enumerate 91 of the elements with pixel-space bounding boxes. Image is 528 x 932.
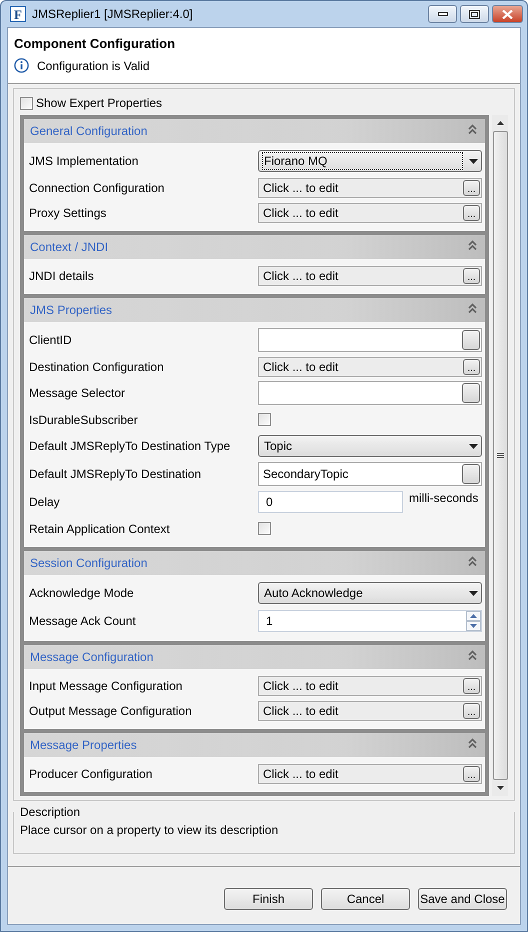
- property-label: Delay: [29, 495, 61, 509]
- input-field[interactable]: SecondaryTopic: [258, 462, 482, 486]
- input-field[interactable]: 0: [258, 491, 403, 513]
- spinner-field[interactable]: 1: [258, 610, 482, 632]
- info-icon: [14, 58, 29, 73]
- status-message: Configuration is Valid: [37, 58, 150, 72]
- maximize-button[interactable]: [460, 5, 489, 23]
- browse-button[interactable]: [462, 383, 480, 403]
- browse-button[interactable]: [462, 464, 480, 484]
- dropdown[interactable]: Fiorano MQ: [258, 150, 482, 172]
- collapse-icon[interactable]: [468, 124, 477, 135]
- up-arrow-icon: [496, 121, 504, 125]
- value-field[interactable]: Click ... to edit ...: [258, 178, 482, 198]
- section-header[interactable]: Context / JNDI: [24, 235, 485, 259]
- section-title: Context / JNDI: [30, 240, 108, 254]
- browse-button[interactable]: ...: [463, 702, 480, 718]
- down-arrow-icon: [470, 624, 477, 628]
- browse-button[interactable]: ...: [463, 678, 480, 694]
- property-label: Default JMSReplyTo Destination Type: [29, 439, 232, 453]
- unit-label: milli-seconds: [409, 491, 478, 505]
- caret-icon: [469, 158, 478, 164]
- page-title: Component Configuration: [14, 36, 176, 51]
- collapse-icon[interactable]: [468, 556, 477, 567]
- property-label: Acknowledge Mode: [29, 586, 135, 600]
- browse-button[interactable]: [462, 330, 480, 350]
- section-title: Message Properties: [30, 738, 137, 752]
- browse-button[interactable]: ...: [463, 204, 480, 220]
- up-arrow-icon: [470, 614, 477, 618]
- section-title: General Configuration: [30, 124, 148, 138]
- property-label: Input Message Configuration: [29, 678, 184, 692]
- browse-button[interactable]: ...: [463, 268, 480, 284]
- dropdown[interactable]: Topic: [258, 435, 482, 457]
- section-title: Session Configuration: [30, 556, 148, 570]
- dialog-button[interactable]: Cancel: [321, 888, 410, 910]
- checkbox[interactable]: [20, 96, 33, 110]
- section-title: JMS Properties: [30, 303, 112, 317]
- down-arrow-icon: [496, 786, 504, 790]
- property-label: ClientID: [29, 333, 73, 347]
- group-title: Description: [20, 805, 82, 819]
- collapse-icon[interactable]: [468, 738, 477, 749]
- value-field[interactable]: Click ... to edit ...: [258, 676, 482, 696]
- dropdown[interactable]: Auto Acknowledge: [258, 582, 482, 604]
- grip-icon: [496, 452, 504, 459]
- property-label: Output Message Configuration: [29, 704, 193, 718]
- caret-icon: [469, 590, 478, 596]
- value-field[interactable]: Click ... to edit ...: [258, 700, 482, 720]
- app-icon: F: [10, 6, 26, 22]
- section-header[interactable]: Session Configuration: [24, 551, 485, 575]
- property-label: JMS Implementation: [29, 154, 140, 168]
- browse-button[interactable]: ...: [463, 766, 480, 782]
- value-field[interactable]: Click ... to edit ...: [258, 764, 482, 784]
- caret-icon: [469, 444, 478, 448]
- property-label: Proxy Settings: [29, 206, 108, 220]
- close-button[interactable]: [492, 5, 523, 23]
- section-header[interactable]: General Configuration: [24, 119, 485, 143]
- property-label: IsDurableSubscriber: [29, 412, 139, 426]
- section-header[interactable]: Message Properties: [24, 733, 485, 757]
- checkbox[interactable]: [258, 522, 271, 535]
- collapse-icon[interactable]: [468, 650, 477, 661]
- property-label: Retain Application Context: [29, 522, 171, 536]
- dialog-button[interactable]: Save and Close: [418, 888, 507, 910]
- increment-button[interactable]: [466, 611, 481, 621]
- minimize-icon: [438, 12, 448, 16]
- property-label: Message Selector: [29, 386, 126, 400]
- description-text: Place cursor on a property to view its description: [20, 823, 280, 837]
- window-title: JMSReplier1 [JMSReplier:4.0]: [32, 7, 194, 21]
- close-icon: [502, 10, 513, 18]
- section-title: Message Configuration: [30, 650, 154, 664]
- input-field[interactable]: [258, 328, 482, 352]
- browse-button[interactable]: ...: [463, 358, 480, 374]
- section-header[interactable]: JMS Properties: [24, 298, 485, 322]
- browse-button[interactable]: ...: [463, 180, 480, 196]
- property-label: Default JMSReplyTo Destination: [29, 467, 202, 481]
- dialog-button[interactable]: Finish: [224, 888, 313, 910]
- property-label: Destination Configuration: [29, 360, 165, 374]
- input-field[interactable]: [258, 381, 482, 405]
- collapse-icon[interactable]: [468, 240, 477, 251]
- checkbox-label: Show Expert Properties: [36, 96, 162, 110]
- decrement-button[interactable]: [466, 621, 481, 631]
- minimize-button[interactable]: [428, 5, 457, 23]
- collapse-icon[interactable]: [468, 303, 477, 314]
- value-field[interactable]: Click ... to edit ...: [258, 356, 482, 376]
- value-field[interactable]: Click ... to edit ...: [258, 266, 482, 286]
- property-label: Producer Configuration: [29, 766, 154, 780]
- property-label: Connection Configuration: [29, 180, 166, 194]
- section-header[interactable]: Message Configuration: [24, 645, 485, 669]
- property-label: Message Ack Count: [29, 614, 137, 628]
- checkbox[interactable]: [258, 413, 271, 426]
- maximize-icon: [469, 10, 480, 18]
- property-label: JNDI details: [29, 268, 95, 282]
- value-field[interactable]: Click ... to edit ...: [258, 202, 482, 222]
